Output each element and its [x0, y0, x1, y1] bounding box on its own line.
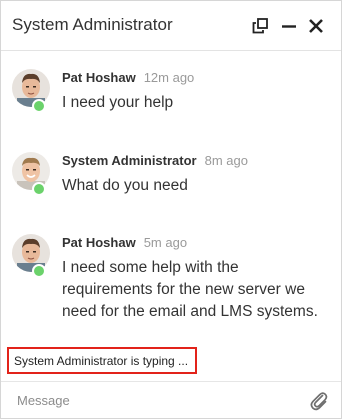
online-status-indicator [32, 99, 46, 113]
online-status-indicator [32, 264, 46, 278]
popout-icon[interactable] [250, 16, 270, 36]
message-time: 8m ago [204, 153, 248, 168]
message-text: I need some help with the requirements f… [62, 259, 318, 320]
message-time: 12m ago [143, 70, 195, 85]
typing-indicator-text: System Administrator is typing ... [14, 354, 189, 368]
message-text: What do you need [62, 177, 188, 194]
online-status-indicator [32, 182, 46, 196]
message-time: 5m ago [143, 235, 188, 250]
message-composer [1, 381, 341, 418]
sender-name: Pat Hoshaw [62, 70, 136, 85]
sender-name: System Administrator [62, 153, 197, 168]
typing-indicator: System Administrator is typing ... [7, 347, 197, 374]
message-list: Pat Hoshaw 12m ago I need your help Syst… [1, 52, 341, 342]
minimize-icon[interactable] [279, 16, 299, 36]
paperclip-icon[interactable] [309, 390, 329, 412]
sender-name: Pat Hoshaw [62, 235, 136, 250]
chat-title: System Administrator [12, 15, 173, 34]
message-text: I need your help [62, 94, 174, 111]
close-icon[interactable] [306, 16, 326, 36]
chat-header: System Administrator [1, 1, 341, 51]
chat-window: System Administrator Pat Hoshaw 12m ago … [0, 0, 342, 419]
message-input[interactable] [11, 388, 313, 412]
